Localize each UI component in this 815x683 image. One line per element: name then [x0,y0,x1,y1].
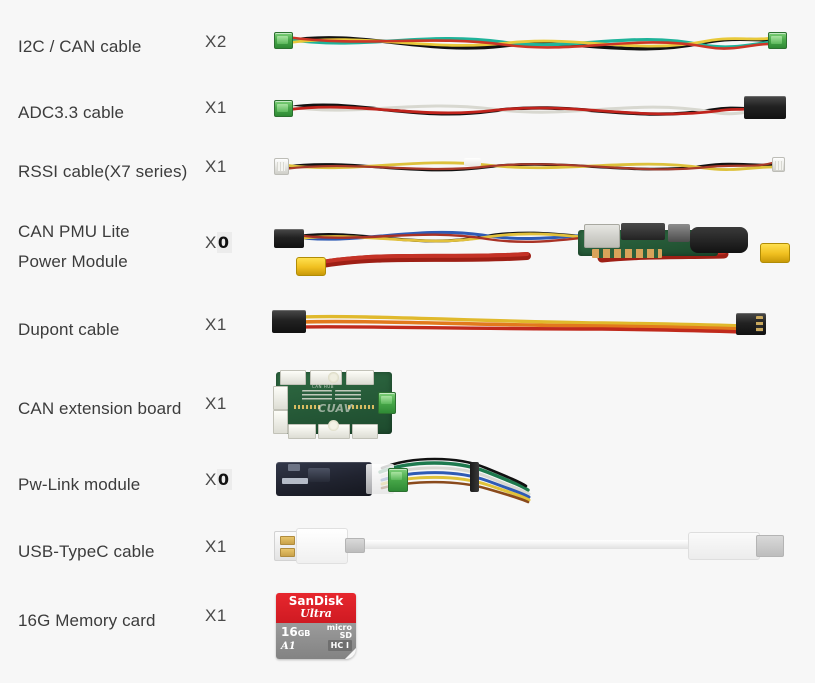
xt60-connector-left [296,257,326,276]
card-speed-class: A1 [281,641,296,652]
connector-top-left [280,370,306,385]
item-label: Dupont cable [18,320,120,339]
jst-connector-left [274,158,289,175]
list-item: I2C / CAN cable X2 [0,10,815,70]
item-quantity: X0 [205,232,233,253]
microsd-card: SanDisk Ultra 16GB micro SD A1 HC I [276,593,356,659]
pw-link-antenna-pad [288,464,300,471]
jst-connector-right [772,157,785,172]
item-quantity: X0 [205,469,233,490]
card-line: Ultra [300,607,332,620]
list-item: CAN PMU Lite Power Module X0 [0,205,815,290]
connector-right-green [378,392,396,414]
item-quantity: X1 [205,315,227,334]
item-label: RSSI cable(X7 series) [18,162,188,181]
connector-left-lower [273,410,288,434]
connector-bottom-right [352,424,378,439]
mount-hole-top [328,372,339,383]
item-image-dupont-cable [272,305,784,350]
pmu-signal-connector [274,229,304,248]
card-capacity-number: 16 [281,625,298,639]
list-item: ADC3.3 cable X1 [0,80,815,135]
adc33-cable-graphic [284,103,760,116]
item-image-pw-link-module [272,450,534,510]
pmu-shunt-resistors [592,249,662,258]
qty-value: 0 [216,469,233,490]
card-capacity: 16GB [281,625,310,639]
pw-link-pad [282,478,308,484]
dupont-connector-left [272,310,306,333]
pmu-component-block [621,223,665,240]
pw-link-green-connector [388,468,408,492]
card-format: micro SD [327,624,352,640]
jst-connector-right [768,32,787,49]
pmu-capacitor [668,224,690,242]
dupont-connector-right [736,313,766,335]
black-plug-right [744,96,786,119]
item-label: CAN extension board [18,399,182,418]
item-image-adc33-cable [272,80,792,135]
list-item: Pw-Link module X0 [0,450,815,510]
list-item: RSSI cable(X7 series) X1 [0,145,815,195]
item-image-can-extension-board: CAN HUB CUAV [272,368,397,440]
item-quantity: X1 [205,394,227,413]
usb-a-housing [296,528,348,564]
silk-block-right [335,390,361,402]
item-image-rssi-cable [272,145,792,195]
list-item: USB-TypeC cable X1 [0,520,815,570]
board-silk-top: CAN HUB [312,384,334,389]
usb-c-tip [756,535,784,557]
card-brand: SanDisk [288,594,344,608]
usb-c-connector [688,532,760,560]
item-label: CAN PMU Lite Power Module [18,222,130,271]
item-label: USB-TypeC cable [18,542,155,561]
qty-value: 0 [216,232,233,253]
item-label: I2C / CAN cable [18,37,142,56]
list-item: CAN extension board X1 CAN HUB CUAV [0,368,815,440]
pmu-heatshrink [690,227,748,253]
dupont-cable-graphic [300,314,744,334]
item-quantity: X1 [205,98,227,117]
card-format-sd: SD [339,631,352,640]
rssi-cable-graphic [282,161,774,172]
cable-sleeve-marker [464,158,481,166]
usb-a-strain-relief [345,538,365,553]
accessories-list: I2C / CAN cable X2 ADC3.3 cable X1 RSSI … [0,0,815,683]
pin-pads-left [294,405,320,409]
cuav-logo: CUAV [318,402,353,415]
connector-left-upper [273,386,288,410]
mount-hole-bottom [328,420,339,431]
cable-tie-strap [470,462,479,492]
item-label: ADC3.3 cable [18,103,125,122]
item-image-i2c-can-cable [272,10,787,70]
pmu-shield-can [584,224,620,248]
jst-connector-left [274,32,293,49]
qty-prefix: X [205,233,217,252]
item-image-memory-card: SanDisk Ultra 16GB micro SD A1 HC I [272,588,372,668]
connector-bottom-left [288,424,316,439]
item-quantity: X1 [205,157,227,176]
silk-block-left [302,390,332,402]
qty-prefix: X [205,470,217,489]
item-image-usb-typec-cable [272,520,787,570]
item-quantity: X1 [205,606,227,625]
i2c-can-cable-graphic [284,35,774,51]
card-corner-notch [345,648,356,659]
pw-link-chip [308,468,330,482]
item-label: 16G Memory card [18,611,156,630]
connector-top-right [346,370,374,385]
item-quantity: X2 [205,32,227,51]
jst-connector-left [274,100,293,117]
item-label: Pw-Link module [18,475,141,494]
item-image-can-pmu-lite [272,205,797,290]
xt60-connector-right [760,243,790,263]
card-capacity-unit: GB [297,629,311,638]
item-quantity: X1 [205,537,227,556]
list-item: 16G Memory card X1 SanDisk Ultra 16GB mi… [0,588,815,668]
list-item: Dupont cable X1 [0,305,815,350]
